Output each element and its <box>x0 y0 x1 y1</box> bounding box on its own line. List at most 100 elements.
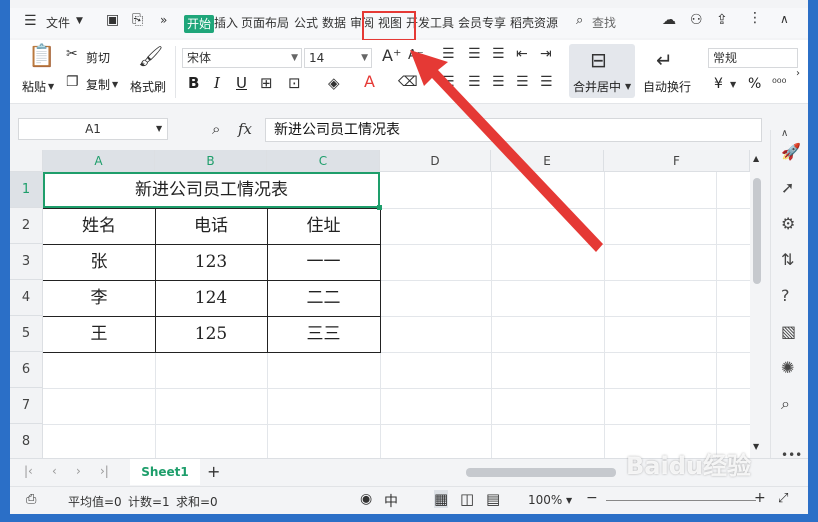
align-top-icon[interactable]: ☰ <box>442 46 455 62</box>
increase-indent-icon[interactable]: ⇥ <box>540 46 552 62</box>
scissors-icon[interactable]: ✂ <box>66 46 78 62</box>
fx-icon[interactable]: fx <box>238 120 252 138</box>
eye-protection-icon[interactable]: ◉ <box>360 491 372 507</box>
data-cell[interactable]: 二二 <box>267 280 380 316</box>
merge-cells-icon[interactable]: ⊡ <box>288 74 301 92</box>
increase-font-icon[interactable]: A⁺ <box>382 46 401 65</box>
wrap-text-button[interactable]: 自动换行 <box>643 78 691 95</box>
column-header-e[interactable]: E <box>491 150 604 172</box>
copy-button[interactable]: 复制 <box>86 76 110 93</box>
zoom-search-icon[interactable]: ⌕ <box>212 120 220 138</box>
scroll-up-icon[interactable]: ∧ <box>781 128 788 139</box>
spreadsheet-grid[interactable]: A B C D E F 1 2 3 4 5 6 7 8 新进公司员工情况表 姓名… <box>10 150 750 458</box>
copy-icon[interactable]: ❐ <box>66 74 79 90</box>
document-search-icon[interactable]: ⌕ <box>781 394 790 414</box>
number-format-select[interactable]: 常规 <box>708 48 798 68</box>
row-header-1[interactable]: 1 <box>10 172 43 208</box>
input-method-icon[interactable]: 中 <box>384 491 398 511</box>
decrease-indent-icon[interactable]: ⇤ <box>516 46 528 62</box>
search-icon[interactable]: ⌕ <box>576 13 583 28</box>
zoom-out-icon[interactable]: − <box>586 490 598 506</box>
ribbon-scroll-right-icon[interactable]: › <box>796 68 800 79</box>
macro-icon[interactable]: ⎙ <box>26 492 36 507</box>
row-header-5[interactable]: 5 <box>10 316 43 352</box>
zoom-in-icon[interactable]: + <box>754 490 766 506</box>
sheet-tab-sheet1[interactable]: Sheet1 <box>130 459 200 485</box>
merge-center-icon[interactable]: ⊟ <box>590 48 607 72</box>
data-cell[interactable]: 124 <box>155 280 267 316</box>
vertical-scroll-thumb[interactable] <box>753 178 761 284</box>
rocket-icon[interactable]: 🚀 <box>781 142 801 161</box>
header-cell-name[interactable]: 姓名 <box>43 208 155 244</box>
data-cell[interactable]: 一一 <box>267 244 380 280</box>
currency-button[interactable]: ¥ <box>714 76 723 92</box>
percent-button[interactable]: % <box>748 76 761 92</box>
format-painter-icon[interactable]: 🖌 <box>138 44 163 68</box>
chevron-down-icon[interactable]: ▼ <box>566 496 572 505</box>
decrease-font-icon[interactable]: A⁻ <box>408 48 424 63</box>
hamburger-menu-icon[interactable]: ☰ <box>24 13 37 29</box>
prev-sheet-icon[interactable]: ‹ <box>52 464 57 478</box>
column-header-b[interactable]: B <box>155 150 267 172</box>
data-cell[interactable]: 123 <box>155 244 267 280</box>
header-cell-address[interactable]: 住址 <box>267 208 380 244</box>
user-add-icon[interactable]: ⚇ <box>690 12 703 28</box>
corner-select-all[interactable] <box>10 150 43 172</box>
data-cell[interactable]: 李 <box>43 280 155 316</box>
transform-icon[interactable]: ⇅ <box>781 250 794 269</box>
scroll-down-icon[interactable]: ▼ <box>753 442 759 451</box>
chevron-down-icon[interactable]: ▼ <box>625 82 631 91</box>
tab-start[interactable]: 开始 <box>184 15 215 33</box>
paste-button[interactable]: 粘贴 <box>22 78 46 95</box>
fill-color-icon[interactable]: ◈ <box>328 74 340 92</box>
column-header-d[interactable]: D <box>380 150 491 172</box>
align-right-icon[interactable]: ☰ <box>492 74 505 90</box>
file-menu[interactable]: 文件 <box>46 14 70 31</box>
row-header-8[interactable]: 8 <box>10 424 43 458</box>
row-header-6[interactable]: 6 <box>10 352 43 388</box>
more-icon[interactable]: » <box>160 13 167 27</box>
chevron-down-icon[interactable]: ▼ <box>76 16 83 26</box>
zoom-level[interactable]: 100% <box>528 493 562 507</box>
data-cell[interactable]: 王 <box>43 316 155 352</box>
tab-page-layout[interactable]: 页面布局 <box>241 14 289 31</box>
help-icon[interactable]: ? <box>781 286 790 305</box>
align-left-icon[interactable]: ☰ <box>442 74 455 90</box>
vertical-scrollbar[interactable]: ▲ ▼ <box>750 150 764 458</box>
paste-icon[interactable]: 📋 <box>28 44 55 69</box>
share-icon[interactable]: ⇪ <box>716 12 728 28</box>
thousands-icon[interactable]: ⁰⁰⁰ <box>772 76 786 90</box>
header-cell-phone[interactable]: 电话 <box>155 208 267 244</box>
tab-member[interactable]: 会员专享 <box>458 14 506 31</box>
align-center-icon[interactable]: ☰ <box>468 74 481 90</box>
collapse-ribbon-icon[interactable]: ∧ <box>780 12 789 26</box>
cloud-sync-icon[interactable]: ☁ <box>662 12 676 28</box>
font-size-select[interactable]: 14 ▼ <box>304 48 372 68</box>
save-icon[interactable]: ▣ <box>106 12 119 28</box>
wrap-text-icon[interactable]: ↵ <box>656 48 673 72</box>
column-header-c[interactable]: C <box>267 150 380 172</box>
zoom-slider[interactable] <box>606 500 756 501</box>
fullscreen-icon[interactable]: ⤢ <box>778 491 788 506</box>
page-layout-view-icon[interactable]: ◫ <box>460 490 474 508</box>
next-sheet-icon[interactable]: › <box>76 464 81 478</box>
page-break-view-icon[interactable]: ▤ <box>486 490 500 508</box>
last-sheet-icon[interactable]: ›| <box>100 464 109 478</box>
bold-button[interactable]: B <box>188 74 199 92</box>
data-cell[interactable]: 张 <box>43 244 155 280</box>
font-name-select[interactable]: 宋体 ▼ <box>182 48 302 68</box>
tab-data[interactable]: 数据 <box>322 14 346 31</box>
eraser-icon[interactable]: ⌫ <box>398 74 418 90</box>
pointer-icon[interactable]: ➚ <box>781 178 794 197</box>
italic-button[interactable]: I <box>214 74 220 92</box>
justify-icon[interactable]: ☰ <box>516 74 529 90</box>
font-color-icon[interactable]: A <box>364 72 375 91</box>
chevron-down-icon[interactable]: ▼ <box>112 80 118 89</box>
row-header-7[interactable]: 7 <box>10 388 43 424</box>
chevron-down-icon[interactable]: ▼ <box>730 80 736 89</box>
name-box[interactable]: A1 <box>18 118 168 140</box>
row-header-2[interactable]: 2 <box>10 208 43 244</box>
borders-icon[interactable]: ⊞ <box>260 74 273 92</box>
first-sheet-icon[interactable]: |‹ <box>24 464 33 478</box>
data-cell[interactable]: 125 <box>155 316 267 352</box>
